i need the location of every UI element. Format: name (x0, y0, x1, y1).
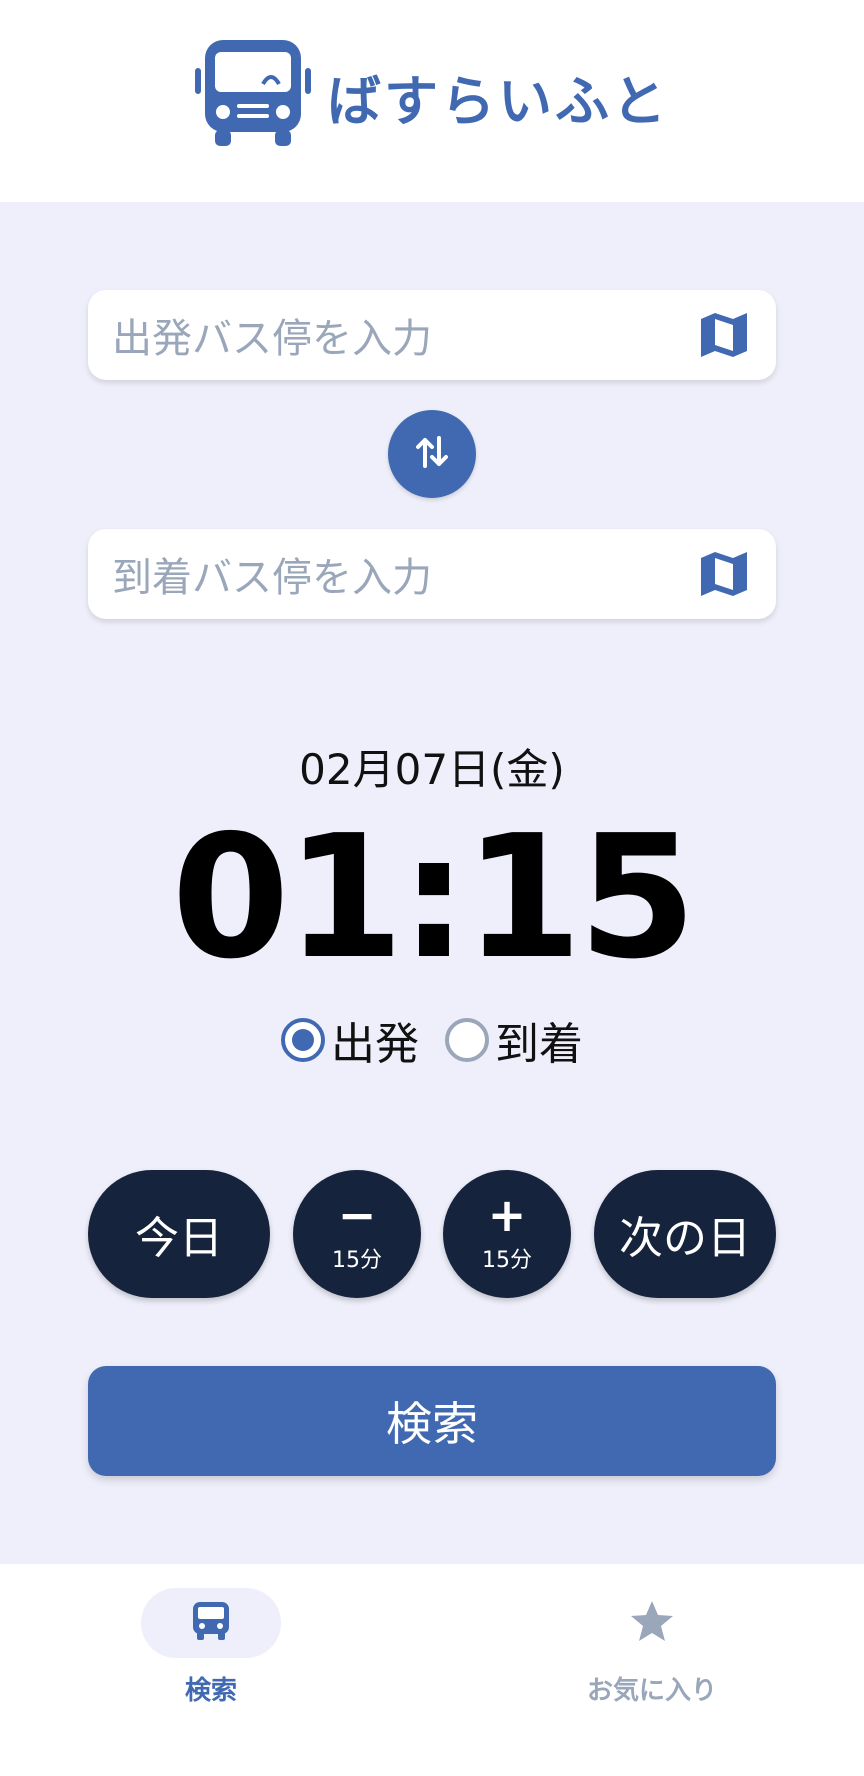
minus-15-label: 15分 (332, 1248, 382, 1273)
selected-date[interactable]: 02月07日(金) (0, 736, 864, 797)
time-adjust-buttons: 今日 − 15分 + 15分 次の日 (88, 1170, 776, 1298)
departure-stop-placeholder: 出発バス停を入力 (112, 316, 432, 362)
plus-icon: + (487, 1188, 527, 1242)
arrival-stop-input[interactable]: 到着バス停を入力 (88, 529, 776, 619)
nav-item-favorites[interactable]: お気に入り (542, 1588, 762, 1707)
star-icon (629, 1599, 675, 1647)
today-label: 今日 (135, 1213, 223, 1264)
nav-active-indicator (141, 1588, 281, 1658)
swap-stops-button[interactable] (388, 410, 476, 498)
departure-arrival-toggle: 出発 到着 (0, 1008, 864, 1072)
radio-departure[interactable]: 出発 (281, 1008, 419, 1072)
header: ばすらいふと (0, 0, 864, 202)
nav-favorites-label: お気に入り (586, 1676, 717, 1706)
radio-arrival[interactable]: 到着 (445, 1008, 583, 1072)
search-button[interactable]: 検索 (88, 1366, 776, 1476)
selected-time[interactable]: 01:15 (0, 798, 864, 998)
app-title: ばすらいふと (327, 69, 669, 133)
search-panel: 出発バス停を入力 到着バス停を入力 02月07日(金) 01:15 出発 到着 … (0, 202, 864, 1564)
nav-search-label: 検索 (184, 1676, 237, 1706)
plus-15-button[interactable]: + 15分 (443, 1170, 571, 1298)
radio-unselected-icon (445, 1018, 489, 1062)
app-screen: ばすらいふと 出発バス停を入力 到着バス停を入力 02月07日(金) 01:15… (0, 0, 864, 1776)
search-button-label: 検索 (386, 1397, 478, 1451)
app-logo: ばすらいふと (195, 40, 669, 152)
map-icon[interactable] (698, 309, 750, 361)
arrival-stop-placeholder: 到着バス停を入力 (112, 555, 432, 601)
radio-departure-label: 出発 (331, 1019, 419, 1070)
radio-selected-icon (281, 1018, 325, 1062)
radio-arrival-label: 到着 (495, 1019, 583, 1070)
bus-logo-icon (195, 40, 311, 152)
departure-stop-input[interactable]: 出発バス停を入力 (88, 290, 776, 380)
next-day-label: 次の日 (619, 1213, 751, 1264)
minus-15-button[interactable]: − 15分 (293, 1170, 421, 1298)
plus-15-label: 15分 (482, 1248, 532, 1273)
bus-icon (191, 1600, 231, 1646)
minus-icon: − (337, 1188, 377, 1242)
next-day-button[interactable]: 次の日 (594, 1170, 776, 1298)
nav-item-search[interactable]: 検索 (101, 1588, 321, 1707)
bottom-nav: 検索 お気に入り (0, 1564, 864, 1776)
nav-inactive-indicator (582, 1588, 722, 1658)
today-button[interactable]: 今日 (88, 1170, 270, 1298)
swap-vertical-icon (412, 432, 452, 476)
map-icon[interactable] (698, 548, 750, 600)
